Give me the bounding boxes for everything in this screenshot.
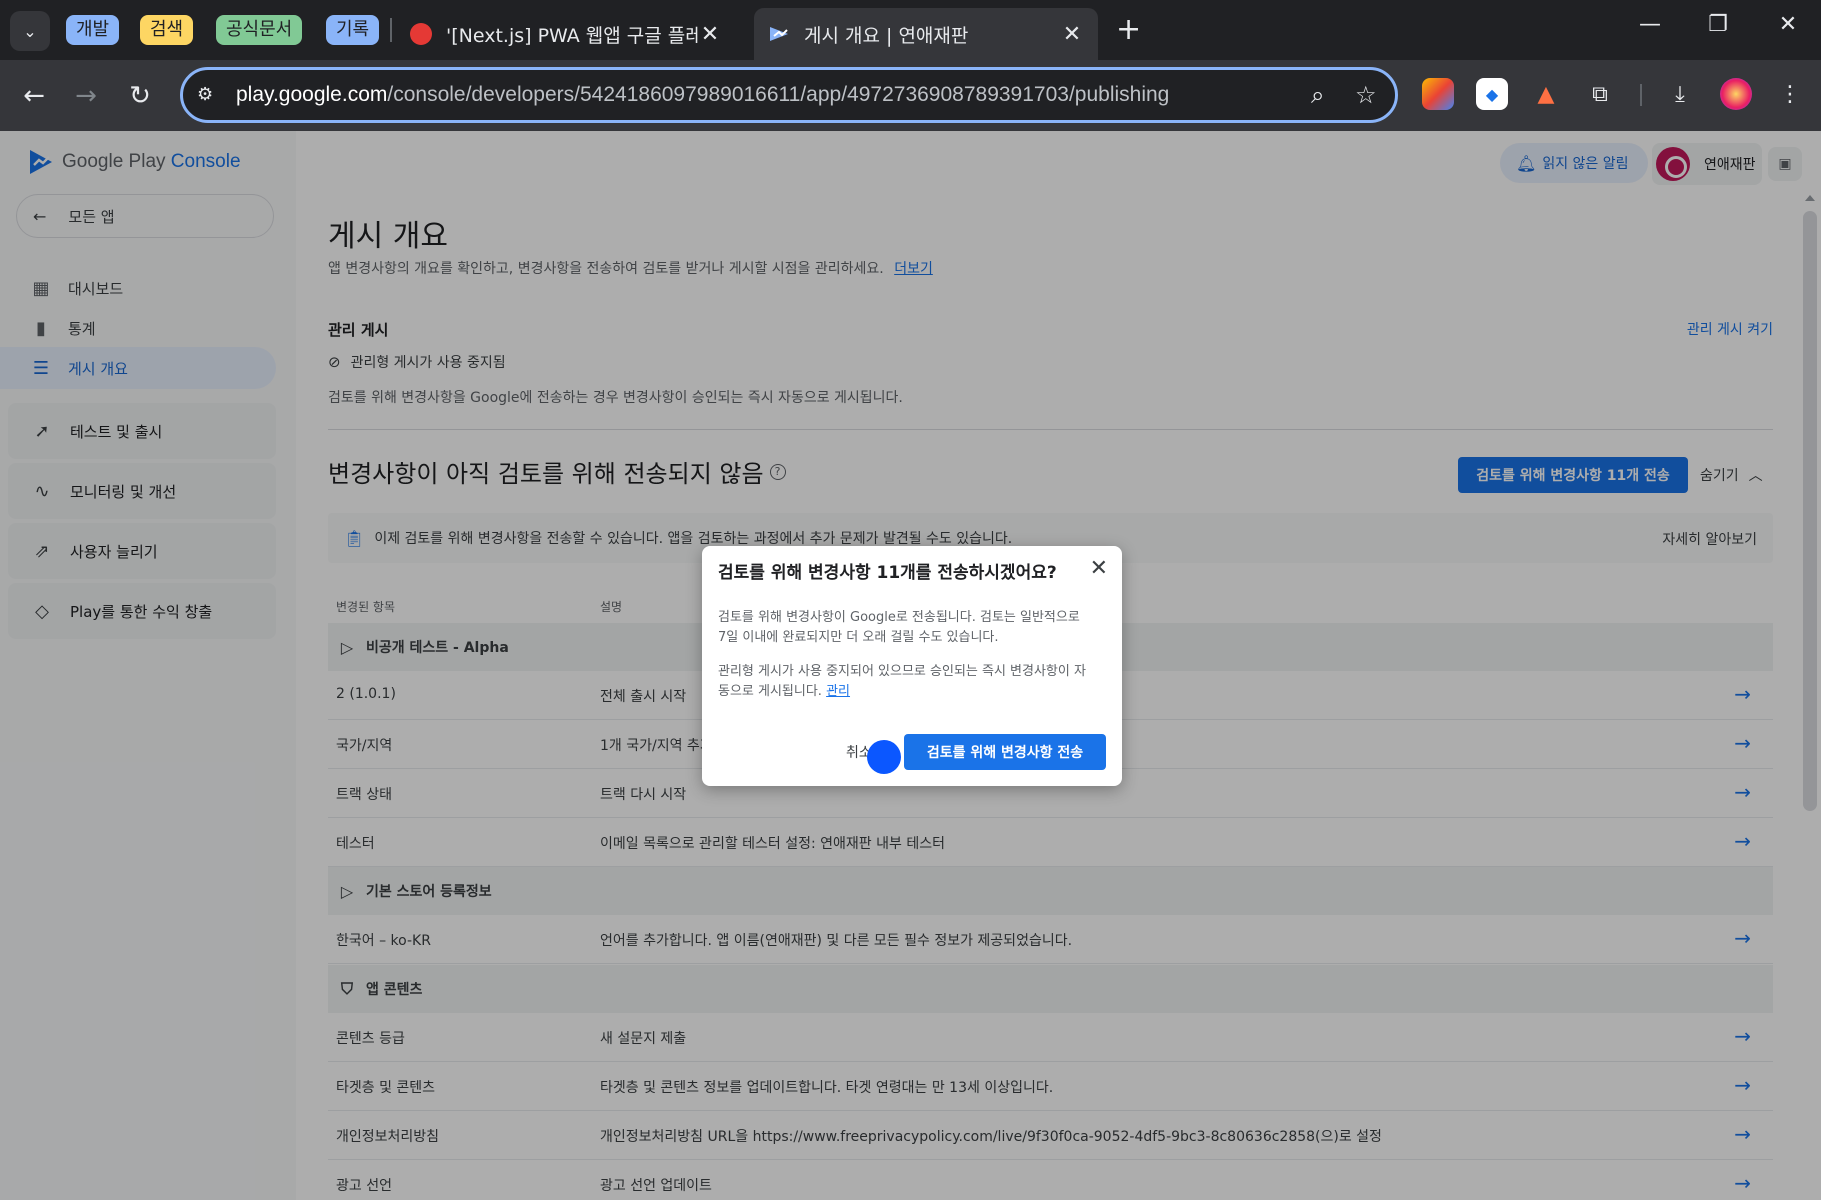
color-picker-extension-icon[interactable]: [1422, 78, 1454, 110]
zoom-icon[interactable]: ⌕: [1311, 81, 1324, 109]
manage-link[interactable]: 관리: [826, 684, 850, 699]
fire-extension-icon[interactable]: ▲: [1530, 78, 1562, 110]
tab-title: 게시 개요 | 연애재판: [804, 24, 969, 47]
tab-publishing-overview[interactable]: 게시 개요 | 연애재판 ✕: [754, 8, 1098, 60]
play-console-icon: [768, 23, 790, 45]
close-icon[interactable]: ✕: [1090, 556, 1108, 581]
bookmark-star-icon[interactable]: ☆: [1355, 81, 1377, 109]
click-indicator: [867, 740, 901, 774]
browser-toolbar: ← → ↻ ⚙ play.google.com/console/develope…: [0, 60, 1821, 131]
tab-separator: [390, 18, 392, 42]
close-icon[interactable]: ✕: [698, 22, 722, 47]
download-icon[interactable]: ⤓: [1664, 78, 1696, 110]
submit-for-review-button[interactable]: 검토를 위해 변경사항 전송: [904, 734, 1106, 770]
medium-dot-icon: [410, 23, 432, 45]
more-menu-icon[interactable]: ⋮: [1774, 78, 1806, 110]
dialog-title: 검토를 위해 변경사항 11개를 전송하시겠어요?: [718, 563, 1057, 583]
profile-avatar[interactable]: [1720, 78, 1752, 110]
back-icon[interactable]: ←: [16, 78, 52, 114]
tab-group-dev[interactable]: 개발: [66, 15, 120, 45]
site-info-icon[interactable]: ⚙: [197, 84, 221, 106]
close-window-icon[interactable]: ✕: [1768, 12, 1808, 37]
address-bar[interactable]: ⚙ play.google.com/console/developers/542…: [180, 67, 1398, 123]
url-host: play.google.com: [236, 83, 388, 106]
tab-title: '[Next.js] PWA 웹앱 구글 플레이: [446, 24, 698, 47]
toolbar-separator: [1640, 84, 1642, 106]
tab-search-icon[interactable]: ⌄: [10, 11, 50, 51]
dialog-body-review: 검토를 위해 변경사항이 Google로 전송됩니다. 검토는 일반적으로 7일…: [718, 610, 1080, 645]
dialog-body-managed: 관리형 게시가 사용 중지되어 있으므로 승인되는 즉시 변경사항이 자동으로 …: [718, 662, 1092, 702]
dialog-body-managed-text: 관리형 게시가 사용 중지되어 있으므로 승인되는 즉시 변경사항이 자동으로 …: [718, 664, 1086, 699]
tab-nextjs-pwa[interactable]: '[Next.js] PWA 웹앱 구글 플레이 ✕: [396, 8, 736, 60]
tab-group-docs[interactable]: 공식문서: [216, 15, 303, 45]
url-path: /console/developers/5424186097989016611/…: [387, 83, 1170, 106]
close-icon[interactable]: ✕: [1060, 22, 1084, 47]
tab-group-search[interactable]: 검색: [140, 15, 194, 45]
send-for-review-dialog: 검토를 위해 변경사항 11개를 전송하시겠어요? ✕ 검토를 위해 변경사항이…: [702, 546, 1122, 786]
tab-group-records[interactable]: 기록: [326, 15, 380, 45]
url-text[interactable]: play.google.com/console/developers/54241…: [236, 83, 1169, 107]
forward-icon[interactable]: →: [68, 78, 104, 114]
minimize-icon[interactable]: —: [1630, 12, 1670, 37]
browser-tab-strip: ⌄ 개발 검색 공식문서 기록 '[Next.js] PWA 웹앱 구글 플레이…: [0, 0, 1821, 60]
extensions-puzzle-icon[interactable]: ⧉: [1584, 78, 1616, 110]
bracket-extension-icon[interactable]: ◆: [1476, 78, 1508, 110]
new-tab-icon[interactable]: +: [1116, 14, 1141, 46]
reload-icon[interactable]: ↻: [122, 78, 158, 114]
restore-icon[interactable]: ❐: [1698, 12, 1738, 37]
